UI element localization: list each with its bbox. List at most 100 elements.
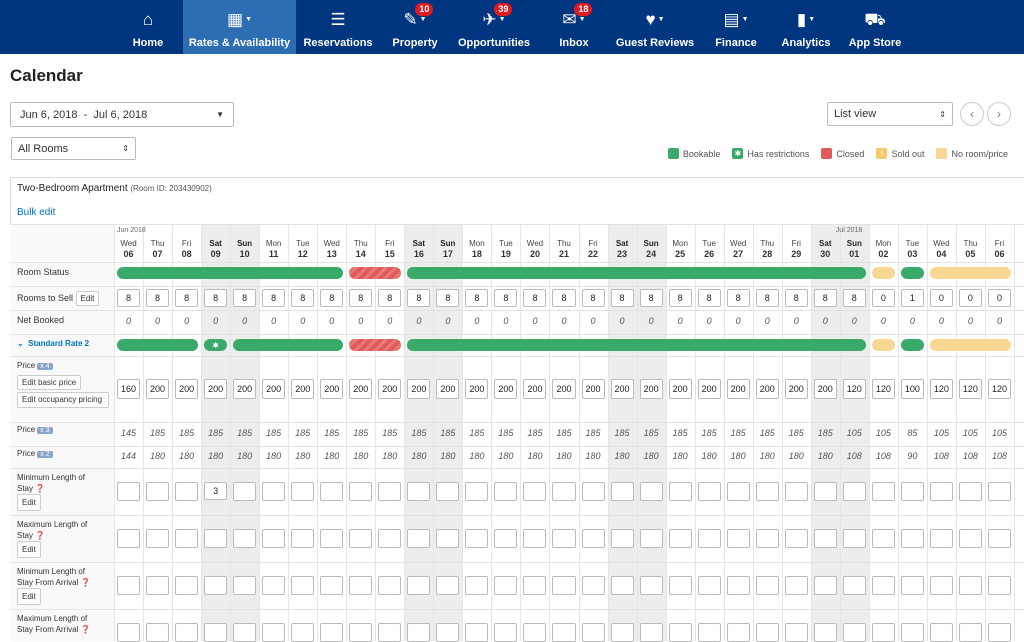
rate-status-pill-s[interactable]: ✱ [204, 339, 228, 351]
price-4-input[interactable]: 120 [929, 379, 953, 399]
rooms-to-sell-input[interactable]: 8 [320, 289, 344, 307]
rate-status-pill-g[interactable] [900, 339, 924, 351]
price-4-input[interactable]: 200 [813, 379, 837, 399]
min-los-input[interactable] [523, 482, 547, 501]
min-los-input[interactable] [842, 482, 866, 501]
rooms-to-sell-input[interactable]: 8 [610, 289, 634, 307]
price-4-input[interactable]: 120 [871, 379, 895, 399]
max-los-arrival-input[interactable] [581, 623, 605, 642]
price-4-input[interactable]: 200 [784, 379, 808, 399]
max-los-input[interactable] [697, 529, 721, 548]
price-4-input[interactable]: 200 [291, 379, 315, 399]
max-los-input[interactable] [465, 529, 489, 548]
min-los-arrival-input[interactable] [175, 576, 199, 595]
min-los-input[interactable] [291, 482, 315, 501]
max-los-input[interactable] [175, 529, 199, 548]
nav-item-opportunities[interactable]: ✈ ▼ 39 Opportunities [455, 0, 533, 54]
rate-status-pill-y[interactable] [871, 339, 895, 351]
min-los-input[interactable] [987, 482, 1011, 501]
max-los-arrival-input[interactable] [900, 623, 924, 642]
rooms-to-sell-input[interactable]: 8 [523, 289, 547, 307]
max-los-arrival-input[interactable] [146, 623, 170, 642]
max-los-arrival-input[interactable] [929, 623, 953, 642]
rooms-to-sell-input[interactable]: 8 [581, 289, 605, 307]
max-los-input[interactable] [436, 529, 460, 548]
price-4-input[interactable]: 120 [958, 379, 982, 399]
price-4-input[interactable]: 200 [552, 379, 576, 399]
max-los-input[interactable] [639, 529, 663, 548]
price-4-input[interactable]: 200 [146, 379, 170, 399]
rooms-to-sell-input[interactable]: 8 [755, 289, 779, 307]
rooms-to-sell-input[interactable]: 8 [291, 289, 315, 307]
max-los-input[interactable] [552, 529, 576, 548]
nav-item-inbox[interactable]: ✉ ▼ 18 Inbox [548, 0, 600, 54]
max-los-edit-button[interactable]: Edit [17, 541, 41, 558]
standard-rate-toggle[interactable]: ⌄ Standard Rate 2 [17, 339, 89, 348]
min-los-arrival-input[interactable] [610, 576, 634, 595]
view-select[interactable]: List view ⇕ [827, 102, 953, 126]
max-los-arrival-input[interactable] [639, 623, 663, 642]
min-los-arrival-input[interactable] [842, 576, 866, 595]
edit-occupancy-pricing-button[interactable]: Edit occupancy pricing [17, 392, 109, 408]
price-4-input[interactable]: 200 [175, 379, 199, 399]
min-los-input[interactable] [465, 482, 489, 501]
max-los-arrival-input[interactable] [668, 623, 692, 642]
rooms-to-sell-input[interactable]: 8 [813, 289, 837, 307]
min-los-arrival-input[interactable] [581, 576, 605, 595]
rooms-to-sell-input[interactable]: 8 [146, 289, 170, 307]
min-los-input[interactable] [378, 482, 402, 501]
bulk-edit-link[interactable]: Bulk edit [17, 207, 55, 218]
price-4-input[interactable]: 200 [262, 379, 286, 399]
min-los-arrival-input[interactable] [987, 576, 1011, 595]
min-los-arrival-input[interactable] [465, 576, 489, 595]
min-los-input[interactable] [117, 482, 141, 501]
min-los-arrival-input[interactable] [262, 576, 286, 595]
max-los-input[interactable] [871, 529, 895, 548]
min-los-arrival-input[interactable] [233, 576, 257, 595]
max-los-input[interactable] [929, 529, 953, 548]
nav-item-home[interactable]: ⌂ Home [117, 0, 179, 54]
max-los-arrival-input[interactable] [958, 623, 982, 642]
max-los-arrival-input[interactable] [784, 623, 808, 642]
rate-status-pill-g[interactable] [233, 339, 344, 351]
min-los-arrival-input[interactable] [784, 576, 808, 595]
max-los-arrival-input[interactable] [204, 623, 228, 642]
rooms-to-sell-input[interactable]: 0 [987, 289, 1011, 307]
max-los-arrival-input[interactable] [523, 623, 547, 642]
min-los-edit-button[interactable]: Edit [17, 494, 41, 511]
price-4-input[interactable]: 200 [639, 379, 663, 399]
min-los-input[interactable] [784, 482, 808, 501]
price-4-input[interactable]: 200 [523, 379, 547, 399]
max-los-arrival-input[interactable] [697, 623, 721, 642]
price-4-input[interactable]: 200 [378, 379, 402, 399]
min-los-arrival-input[interactable] [958, 576, 982, 595]
price-4-input[interactable]: 100 [900, 379, 924, 399]
price-4-input[interactable]: 200 [436, 379, 460, 399]
rooms-to-sell-input[interactable]: 8 [378, 289, 402, 307]
min-los-arrival-input[interactable] [929, 576, 953, 595]
rooms-to-sell-edit-button[interactable]: Edit [75, 291, 100, 306]
room-status-pill-y[interactable] [929, 267, 1011, 279]
max-los-input[interactable] [726, 529, 750, 548]
min-los-input[interactable] [407, 482, 431, 501]
price-4-input[interactable]: 200 [320, 379, 344, 399]
max-los-arrival-input[interactable] [117, 623, 141, 642]
room-status-pill-r[interactable] [349, 267, 402, 279]
nav-item-app-store[interactable]: ⛟ App Store [847, 0, 903, 54]
max-los-input[interactable] [842, 529, 866, 548]
help-icon[interactable]: ❓ [81, 578, 91, 587]
room-status-pill-g[interactable] [900, 267, 924, 279]
edit-basic-price-button[interactable]: Edit basic price [17, 375, 82, 390]
max-los-input[interactable] [784, 529, 808, 548]
min-los-input[interactable] [813, 482, 837, 501]
min-los-input[interactable] [726, 482, 750, 501]
min-los-input[interactable] [900, 482, 924, 501]
price-4-input[interactable]: 200 [204, 379, 228, 399]
min-los-arrival-edit-button[interactable]: Edit [17, 588, 41, 605]
rooms-to-sell-input[interactable]: 8 [407, 289, 431, 307]
max-los-arrival-input[interactable] [175, 623, 199, 642]
max-los-arrival-input[interactable] [465, 623, 489, 642]
min-los-input[interactable] [262, 482, 286, 501]
nav-item-finance[interactable]: ▤ ▼ Finance [710, 0, 762, 54]
max-los-arrival-input[interactable] [610, 623, 634, 642]
